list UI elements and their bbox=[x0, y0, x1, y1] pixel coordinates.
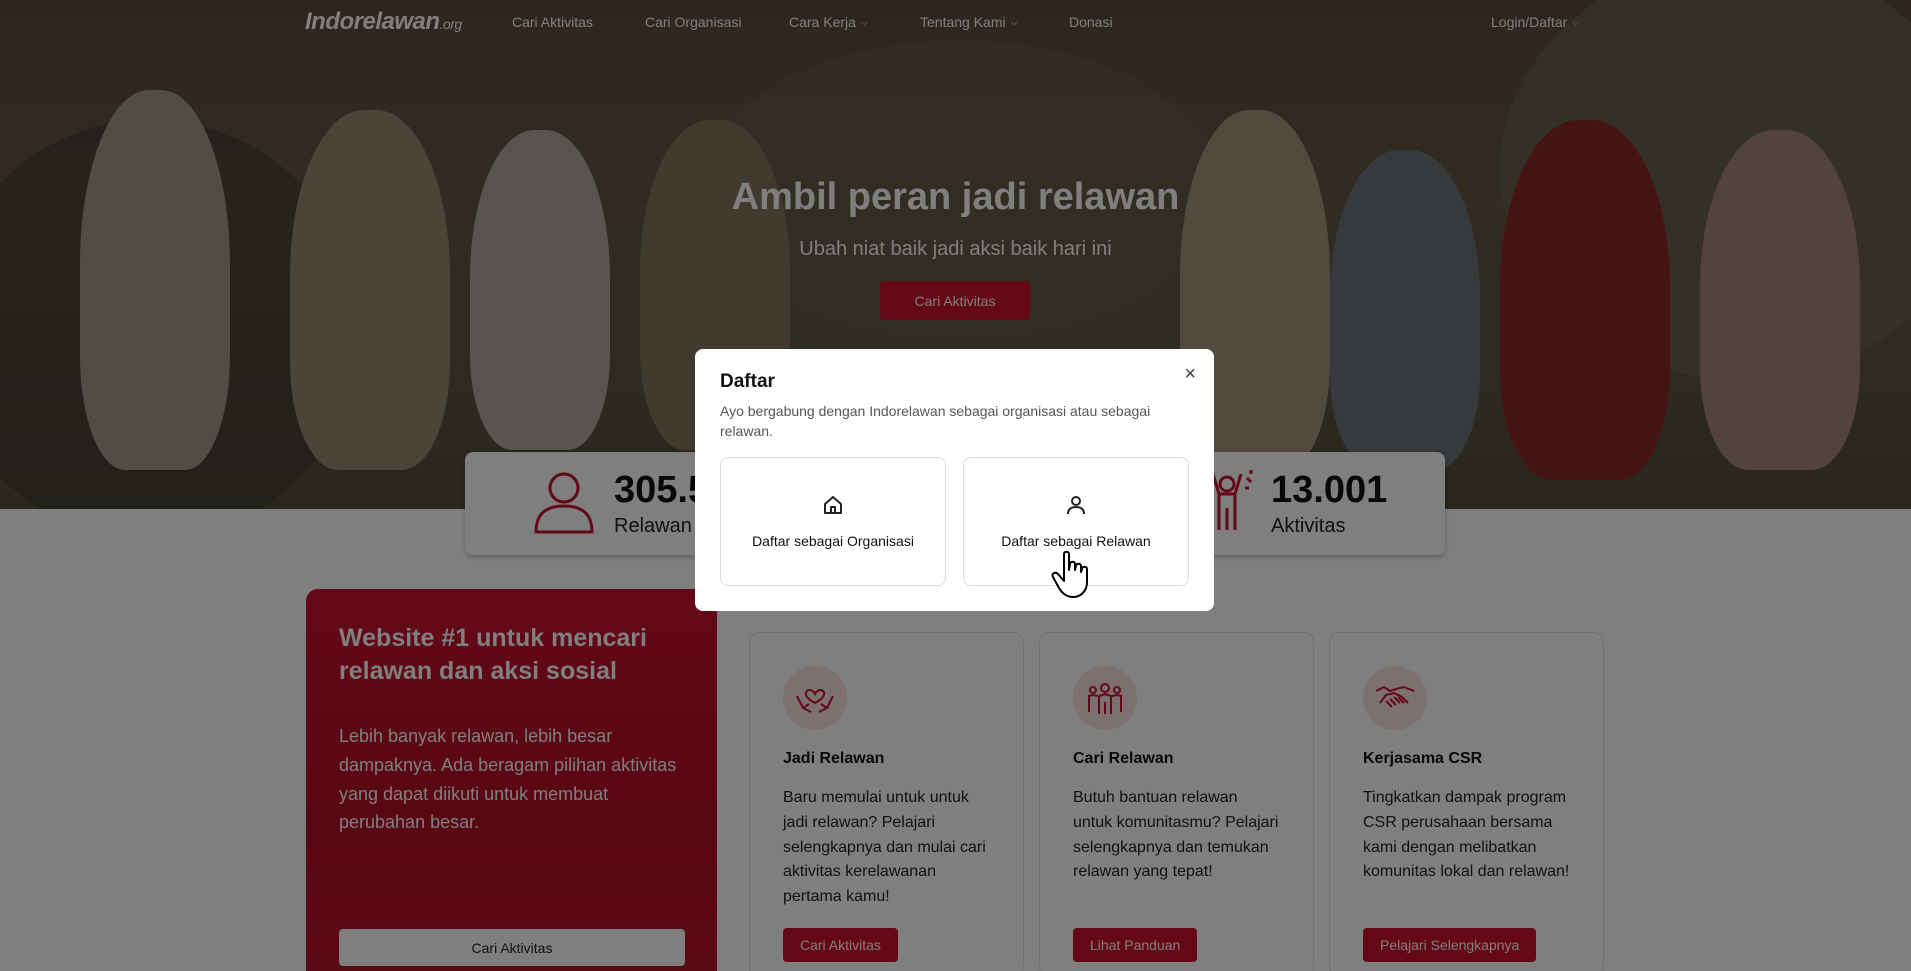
register-modal: Daftar Ayo bergabung dengan Indorelawan … bbox=[695, 349, 1214, 611]
modal-description: Ayo bergabung dengan Indorelawan sebagai… bbox=[720, 403, 1151, 440]
close-icon[interactable]: × bbox=[1184, 363, 1196, 386]
register-organisasi-label: Daftar sebagai Organisasi bbox=[752, 533, 914, 549]
user-icon bbox=[1065, 494, 1087, 521]
register-organisasi-option[interactable]: Daftar sebagai Organisasi bbox=[720, 457, 946, 586]
register-relawan-label: Daftar sebagai Relawan bbox=[1001, 533, 1151, 549]
home-icon bbox=[822, 494, 844, 521]
modal-title: Daftar bbox=[720, 371, 775, 392]
hand-pointer-cursor-icon bbox=[1050, 550, 1090, 605]
